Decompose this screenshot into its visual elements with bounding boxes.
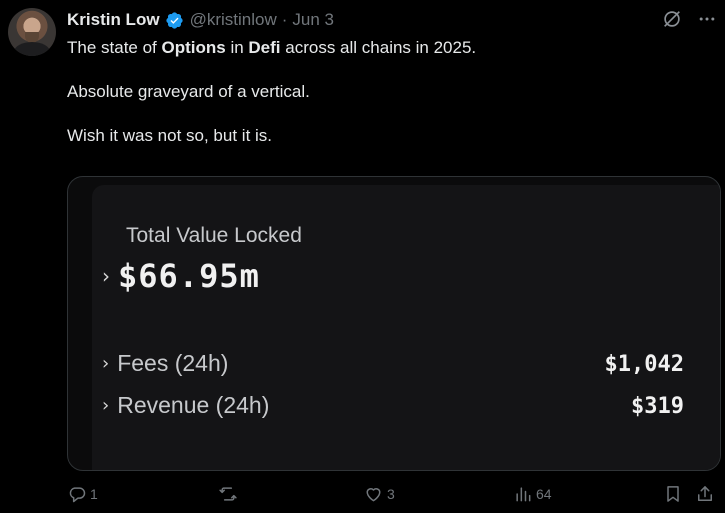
post-date[interactable]: Jun 3: [292, 10, 334, 30]
verified-badge-icon: [165, 11, 184, 30]
retweet-icon: [219, 487, 237, 501]
chevron-right-icon: ›: [102, 264, 110, 288]
fees-row: › Fees (24h): [102, 350, 228, 377]
fees-value: $1,042: [604, 352, 684, 377]
tvl-label: Total Value Locked: [126, 224, 302, 247]
tvl-row: › $66.95m: [102, 257, 260, 295]
avatar-shirt: [14, 42, 50, 56]
bold-options: Options: [161, 38, 226, 57]
reply-button[interactable]: 1: [67, 484, 98, 504]
retweet-button[interactable]: [217, 484, 242, 504]
views-button[interactable]: 64: [513, 484, 552, 504]
tweet-line-1: The state of Options in Defi across all …: [67, 37, 707, 59]
action-bar: 1 3 64: [67, 484, 719, 510]
views-count: 64: [536, 486, 552, 502]
fees-label: Fees (24h): [117, 350, 229, 376]
text-segment: across all chains in 2025.: [280, 38, 477, 57]
author-handle[interactable]: @kristinlow: [190, 10, 277, 30]
revenue-value: $319: [631, 394, 684, 419]
views-icon: [516, 487, 531, 502]
text-segment: The state of: [67, 38, 162, 57]
reply-icon: [69, 487, 86, 503]
revenue-label: Revenue (24h): [117, 392, 270, 418]
avatar[interactable]: [8, 8, 56, 56]
chevron-right-icon: ›: [102, 395, 110, 416]
bookmark-button[interactable]: [663, 484, 683, 504]
tvl-value: $66.95m: [118, 257, 260, 295]
share-icon: [698, 486, 712, 501]
author-name[interactable]: Kristin Low: [67, 10, 160, 30]
separator-dot: ·: [281, 10, 288, 29]
text-segment: in: [225, 38, 249, 57]
bookmark-icon: [667, 486, 679, 502]
tweet-header: Kristin Low @kristinlow · Jun 3: [67, 9, 334, 31]
chevron-right-icon: ›: [102, 353, 110, 374]
top-actions: [661, 8, 717, 30]
share-button[interactable]: [695, 484, 715, 504]
bold-defi: Defi: [248, 38, 281, 57]
revenue-row: › Revenue (24h): [102, 392, 269, 419]
tweet-text: The state of Options in Defi across all …: [67, 37, 707, 169]
grok-icon[interactable]: [661, 8, 683, 30]
tweet-line-2: Absolute graveyard of a vertical.: [67, 82, 310, 101]
tweet-line-3: Wish it was not so, but it is.: [67, 126, 273, 145]
like-icon: [366, 488, 381, 502]
like-count: 3: [387, 486, 395, 502]
more-icon[interactable]: [697, 9, 717, 29]
media-card[interactable]: Total Value Locked › $66.95m › Fees (24h…: [67, 176, 721, 471]
reply-count: 1: [90, 486, 98, 502]
like-button[interactable]: 3: [363, 484, 395, 504]
